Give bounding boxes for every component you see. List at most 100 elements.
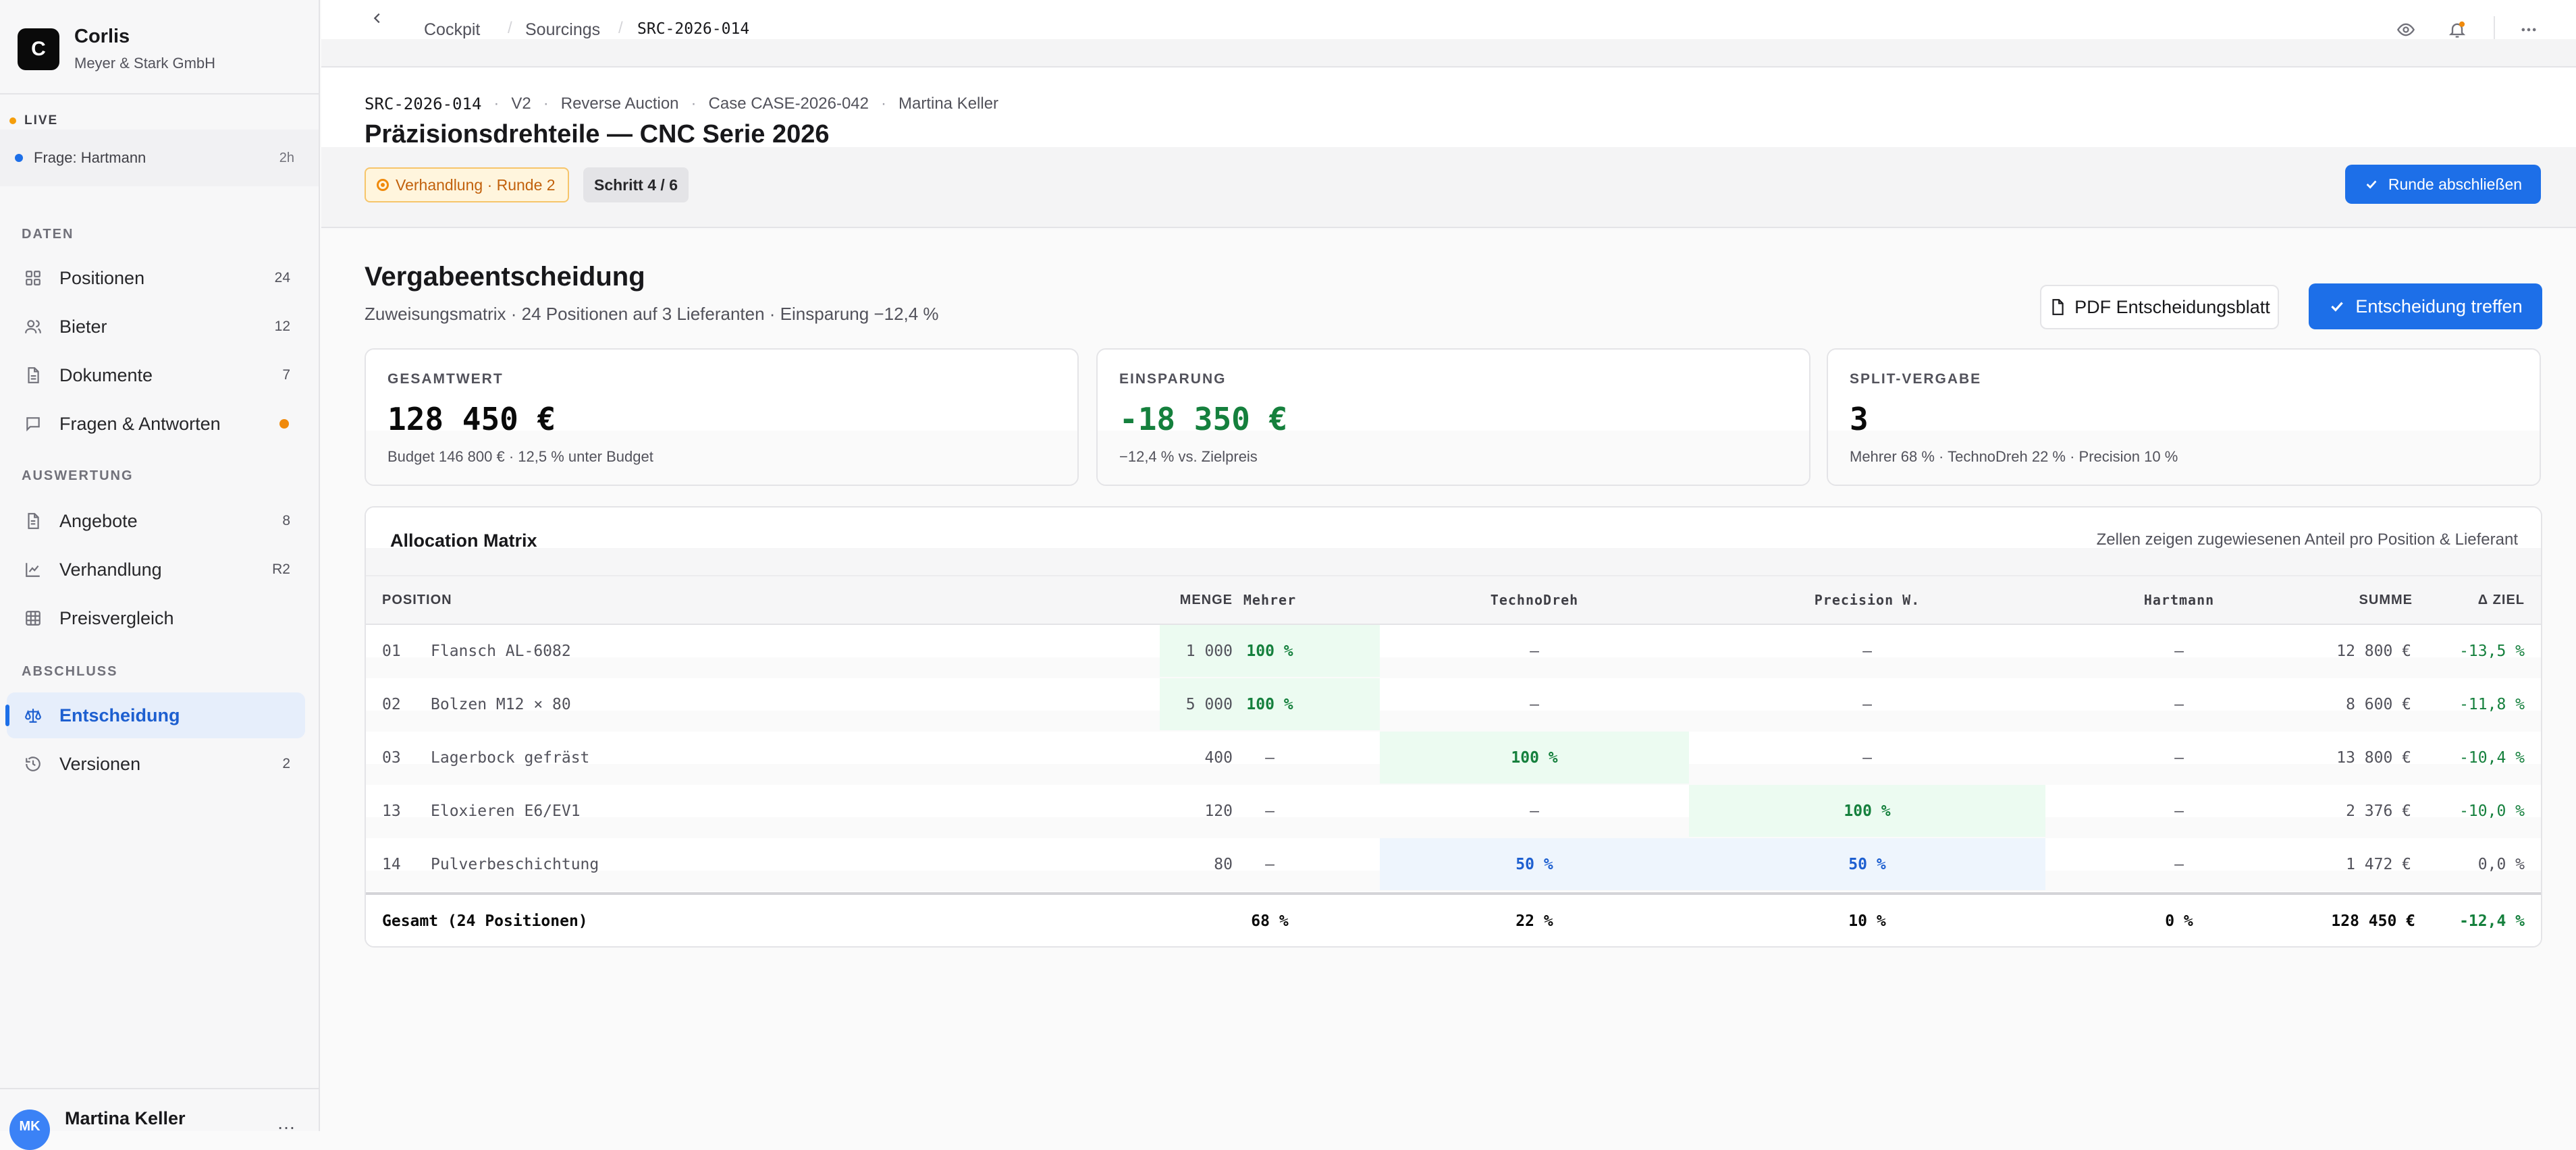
column-header-precision[interactable]: Precision W. (1689, 576, 2045, 624)
column-header-summe[interactable]: SUMME (2313, 576, 2413, 624)
column-header-technodreh[interactable]: TechnoDreh (1380, 576, 1689, 624)
allocation-cell[interactable]: 50 % (1380, 838, 1689, 890)
position-number: 01 (382, 642, 401, 660)
sidebar-item-dokumente[interactable]: Dokumente 7 (7, 352, 305, 398)
matrix-hint: Zellen zeigen zugewiesenen Anteil pro Po… (2096, 530, 2518, 549)
table-row[interactable]: 02 Bolzen M12 × 80 5 000 100 % — — — 8 6… (366, 678, 2541, 732)
allocation-cell[interactable]: — (1689, 732, 2045, 784)
allocation-cell[interactable]: — (1160, 732, 1380, 784)
table-total-row: Gesamt (24 Positionen) 68 % 22 % 10 % 0 … (366, 892, 2541, 946)
back-chevron-icon[interactable] (370, 8, 385, 31)
status-dot-icon (377, 179, 389, 191)
allocation-cell[interactable]: — (2045, 625, 2313, 677)
column-header-mehrer[interactable]: Mehrer (1160, 576, 1380, 624)
sidebar-item-label: Versionen (59, 753, 141, 774)
allocation-cell[interactable]: — (2045, 838, 2313, 890)
allocation-cell[interactable]: — (1160, 838, 1380, 890)
history-icon (23, 754, 43, 774)
column-header-position[interactable]: POSITION (382, 576, 452, 624)
divider (0, 93, 319, 94)
sidebar-item-count: 2 (282, 756, 290, 771)
more-icon[interactable]: … (277, 1112, 296, 1134)
kpi-card-savings: EINSPARUNG -18 350 € −12,4 % vs. Zielpre… (1096, 348, 1810, 486)
sidebar-item-angebote[interactable]: Angebote 8 (7, 498, 305, 544)
section-label-daten: DATEN (22, 227, 74, 242)
allocation-cell[interactable]: — (1380, 785, 1689, 837)
allocation-cell[interactable]: 100 % (1160, 678, 1380, 730)
allocation-cell[interactable]: — (2045, 678, 2313, 730)
allocation-cell[interactable]: 100 % (1689, 785, 2045, 837)
top-bar-band (321, 39, 2576, 67)
allocation-matrix: Allocation Matrix Zellen zeigen zugewies… (365, 506, 2542, 948)
pdf-export-button[interactable]: PDF Entscheidungsblatt (2040, 285, 2279, 329)
allocation-cell[interactable]: — (1689, 625, 2045, 677)
sidebar-item-bieter[interactable]: Bieter 12 (7, 304, 305, 350)
live-section-label: LIVE (9, 113, 58, 128)
chat-icon (23, 414, 43, 434)
table-icon (23, 608, 43, 628)
allocation-cell[interactable]: 100 % (1380, 732, 1689, 784)
position-name: Pulverbeschichtung (431, 855, 599, 873)
kpi-value: -18 350 € (1119, 401, 1288, 437)
check-icon (2366, 180, 2377, 189)
row-delta: -13,5 % (2459, 642, 2525, 660)
sourcing-type: Reverse Auction (560, 94, 679, 113)
file-icon (23, 511, 43, 531)
live-activity-item[interactable]: Frage: Hartmann 2h (0, 130, 319, 186)
section-label-auswertung: AUSWERTUNG (22, 468, 134, 483)
allocation-cell[interactable]: — (1160, 785, 1380, 837)
breadcrumb-current: SRC-2026-014 (637, 20, 750, 38)
kpi-note: −12,4 % vs. Zielpreis (1119, 448, 1258, 465)
total-allocation: 22 % (1515, 912, 1553, 930)
sidebar-item-count: 24 (274, 270, 290, 285)
sidebar-item-label: Entscheidung (59, 705, 180, 725)
sidebar-item-positionen[interactable]: Positionen 24 (7, 255, 305, 301)
allocation-cell[interactable]: — (1380, 678, 1689, 730)
user-name: Martina Keller (65, 1108, 186, 1128)
breadcrumb-separator: / (618, 19, 623, 37)
row-sum: 1 472 € (2346, 855, 2411, 873)
table-row[interactable]: 01 Flansch AL-6082 1 000 100 % — — — 12 … (366, 625, 2541, 678)
sourcing-version: V2 (511, 94, 531, 113)
document-icon (23, 365, 43, 385)
table-row[interactable]: 14 Pulverbeschichtung 80 — 50 % 50 % — 1… (366, 838, 2541, 892)
user-profile[interactable]: MK Martina Keller … (0, 1088, 319, 1150)
allocation-cell[interactable]: — (2045, 732, 2313, 784)
sidebar-item-label: Verhandlung (59, 559, 162, 580)
column-header-hartmann[interactable]: Hartmann (2045, 576, 2313, 624)
sidebar-item-label: Angebote (59, 510, 138, 531)
total-sum: 128 450 € (2331, 912, 2415, 930)
sourcing-meta: SRC-2026-014 · V2 · Reverse Auction · Ca… (365, 94, 999, 113)
row-delta: -11,8 % (2459, 695, 2525, 713)
step-badge: Schritt 4 / 6 (583, 167, 689, 202)
column-header-delta[interactable]: Δ ZIEL (2413, 576, 2525, 624)
sidebar-item-versionen[interactable]: Versionen 2 (7, 741, 305, 787)
row-delta: 0,0 % (2477, 855, 2525, 873)
total-label: Gesamt (24 Positionen) (382, 912, 588, 930)
sidebar-item-preisvergleich[interactable]: Preisvergleich (7, 595, 305, 641)
sidebar-item-label: Positionen (59, 267, 145, 288)
allocation-cell[interactable]: — (1380, 625, 1689, 677)
workspace-switcher[interactable]: C Corlis Meyer & Stark GmbH (18, 26, 215, 72)
scale-icon (23, 705, 43, 725)
make-decision-button[interactable]: Entscheidung treffen (2309, 283, 2542, 329)
sidebar-item-fragen-antworten[interactable]: Fragen & Antworten (7, 401, 305, 447)
breadcrumb-cockpit[interactable]: Cockpit (424, 20, 480, 40)
sidebar-item-label: Fragen & Antworten (59, 413, 221, 434)
table-row[interactable]: 13 Eloxieren E6/EV1 120 — — 100 % — 2 37… (366, 785, 2541, 838)
table-row[interactable]: 03 Lagerbock gefräst 400 — 100 % — — 13 … (366, 732, 2541, 785)
kpi-note: Mehrer 68 % · TechnoDreh 22 % · Precisio… (1850, 448, 2178, 465)
sidebar-item-verhandlung[interactable]: Verhandlung R2 (7, 547, 305, 593)
allocation-cell[interactable]: 50 % (1689, 838, 2045, 890)
allocation-cell[interactable]: — (1689, 678, 2045, 730)
sourcing-header: SRC-2026-014 · V2 · Reverse Auction · Ca… (321, 67, 2576, 229)
allocation-cell[interactable]: — (2045, 785, 2313, 837)
close-round-button[interactable]: Runde abschließen (2345, 165, 2541, 204)
sidebar-item-entscheidung[interactable]: Entscheidung (5, 692, 305, 738)
allocation-cell[interactable]: 100 % (1160, 625, 1380, 677)
breadcrumb-sourcings[interactable]: Sourcings (525, 20, 600, 40)
sidebar-item-count: 8 (282, 513, 290, 528)
status-badge: Verhandlung · Runde 2 (365, 167, 569, 202)
total-delta: -12,4 % (2459, 912, 2525, 930)
page-title: Präzisionsdrehteile — CNC Serie 2026 (365, 120, 830, 148)
